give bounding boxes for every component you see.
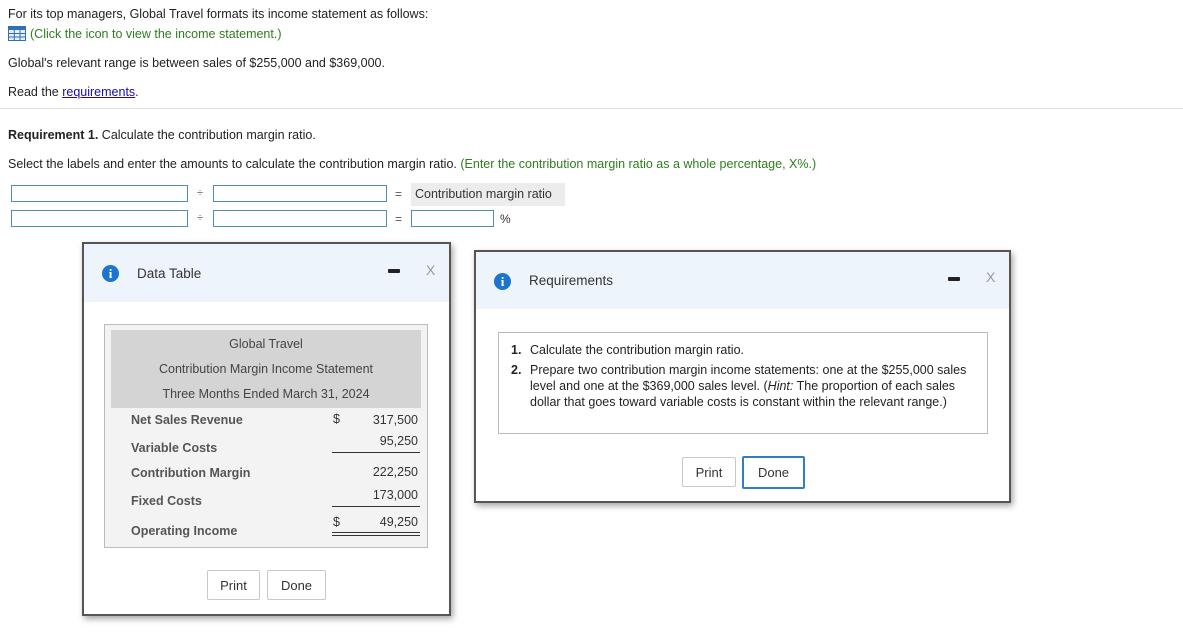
company-name: Global Travel xyxy=(229,337,303,351)
numerator-amount-input[interactable] xyxy=(11,210,188,227)
ratio-input[interactable] xyxy=(411,210,494,227)
divide-sign: ÷ xyxy=(197,212,204,224)
dollar-sign: $ xyxy=(333,412,340,426)
requirement-text: Calculate the contribution margin ratio. xyxy=(530,343,745,357)
requirement-text: Prepare two contribution margin income s… xyxy=(530,362,978,410)
dialog-title: Data Table xyxy=(137,266,202,281)
denominator-label-select[interactable] xyxy=(213,185,387,202)
row-label: Operating Income xyxy=(131,524,238,538)
minimize-icon[interactable] xyxy=(388,269,400,273)
result-label: Contribution margin ratio xyxy=(411,183,565,206)
read-prefix: Read the xyxy=(8,85,63,99)
read-requirements-line: Read the requirements. xyxy=(8,85,139,99)
income-statement-table: Global Travel Contribution Margin Income… xyxy=(104,324,428,548)
relevant-range-text: Global's relevant range is between sales… xyxy=(8,56,385,70)
statement-header: Global Travel Contribution Margin Income… xyxy=(111,330,421,408)
dialog-header: i Data Table X xyxy=(84,244,449,302)
section-divider xyxy=(0,108,1183,109)
intro-text: For its top managers, Global Travel form… xyxy=(8,7,429,21)
equals-sign: = xyxy=(395,187,403,201)
row-value: 49,250 xyxy=(379,515,418,529)
numerator-label-select[interactable] xyxy=(11,185,188,202)
requirement1-instruction: Select the labels and enter the amounts … xyxy=(8,157,816,171)
dialog-title: Requirements xyxy=(529,273,614,288)
instruction-hint: (Enter the contribution margin ratio as … xyxy=(460,157,817,171)
row-value: 317,500 xyxy=(372,413,418,427)
instruction-text: Select the labels and enter the amounts … xyxy=(8,157,457,171)
data-table-dialog: i Data Table X Global Travel Contributio… xyxy=(82,242,451,616)
hint-word: Hint: xyxy=(767,379,794,393)
requirements-list: 1. Calculate the contribution margin rat… xyxy=(498,332,988,434)
requirements-dialog: i Requirements X 1. Calculate the contri… xyxy=(474,250,1011,503)
requirement-number: 1. xyxy=(511,343,522,357)
equals-sign: = xyxy=(395,212,403,226)
row-label: Fixed Costs xyxy=(131,494,202,508)
underline xyxy=(332,452,420,453)
print-button[interactable]: Print xyxy=(207,570,260,600)
dollar-sign: $ xyxy=(333,515,340,529)
denominator-amount-input[interactable] xyxy=(213,210,387,227)
requirements-link[interactable]: requirements xyxy=(62,85,135,99)
minimize-icon[interactable] xyxy=(948,277,960,281)
percent-sign: % xyxy=(500,212,511,226)
row-label: Net Sales Revenue xyxy=(131,413,243,427)
income-statement-link-row[interactable]: (Click the icon to view the income state… xyxy=(8,26,282,44)
close-icon[interactable]: X xyxy=(986,269,995,285)
table-grid-icon[interactable] xyxy=(8,26,26,44)
income-statement-link-text[interactable]: (Click the icon to view the income state… xyxy=(30,27,282,41)
statement-name: Contribution Margin Income Statement xyxy=(159,362,373,376)
requirement1-title: Calculate the contribution margin ratio. xyxy=(98,128,316,142)
requirement1-heading: Requirement 1. Calculate the contributio… xyxy=(8,128,316,142)
double-underline xyxy=(332,535,420,536)
done-button[interactable]: Done xyxy=(267,570,326,600)
row-label: Contribution Margin xyxy=(131,466,251,480)
info-icon: i xyxy=(494,273,511,290)
row-value: 95,250 xyxy=(379,434,418,448)
requirement-number: 2. xyxy=(511,363,522,377)
row-value: 222,250 xyxy=(372,465,418,479)
statement-period: Three Months Ended March 31, 2024 xyxy=(162,387,370,401)
row-label: Variable Costs xyxy=(131,441,218,455)
print-button[interactable]: Print xyxy=(682,457,736,487)
close-icon[interactable]: X xyxy=(426,262,435,278)
underline xyxy=(332,506,420,507)
info-icon: i xyxy=(102,265,119,282)
read-suffix: . xyxy=(135,85,139,99)
row-value: 173,000 xyxy=(372,488,418,502)
divide-sign: ÷ xyxy=(197,187,204,199)
double-underline xyxy=(332,532,420,533)
requirement1-label: Requirement 1. xyxy=(8,128,99,142)
done-button[interactable]: Done xyxy=(742,456,805,489)
dialog-header: i Requirements X xyxy=(476,252,1009,309)
